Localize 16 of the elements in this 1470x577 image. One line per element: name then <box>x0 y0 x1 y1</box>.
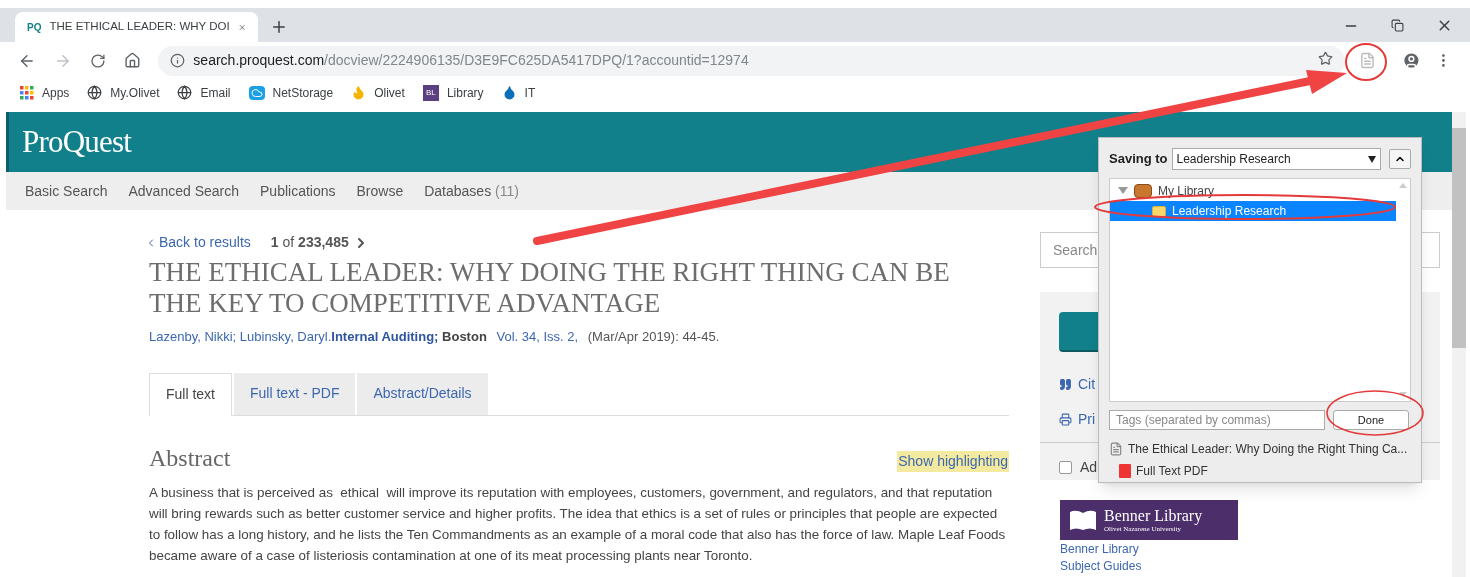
url-text: search.proquest.com/docview/2224906135/D3E9FC625DA5417DPQ/1?accountid=12974 <box>193 51 750 70</box>
add-label: Ad <box>1080 458 1098 477</box>
tab-title: THE ETHICAL LEADER: WHY DOI <box>49 19 230 35</box>
abstract-text: A business that is perceived as ethical will improve its reputation with employees, customers, government, and regulators, and that reputation will bring rewards such as better customer service and higher profits. The idea that ethics is a set of rules or principles that people are expected to follow has a long history, and he lists the Ten Commandments as an example of a moral code that also has the force of law. Maple Leaf Foods became aware of a case of listeriosis contamination at one of its meat processing plants near Toronto. <box>149 483 1007 565</box>
result-position: 1 of 233,485 <box>270 233 349 252</box>
saved-item: Full Text PDF <box>1136 463 1208 480</box>
library-name: Benner Library <box>1104 507 1203 524</box>
saved-item: The Ethical Leader: Why Doing the Right Thing Ca... <box>1128 441 1408 458</box>
favicon: PQ <box>27 20 42 35</box>
library-badge-icon: BL <box>422 84 439 101</box>
abstract-heading: Abstract <box>149 443 231 473</box>
saving-to-label: Saving to <box>1109 150 1168 169</box>
citation: Lazenby, Nikki; Lubinsky, Daryl.Internal Auditing; Boston Vol. 34, Iss. 2, (Mar/Apr 2019): 44-45. <box>149 328 721 346</box>
tree-item-label: Leadership Research <box>1172 203 1287 220</box>
article-title: THE ETHICAL LEADER: WHY DOING THE RIGHT THING CAN BE THE KEY TO COMPETITIVE ADVANTAGE <box>149 257 951 319</box>
tree-item-label: My Library <box>1158 183 1214 200</box>
